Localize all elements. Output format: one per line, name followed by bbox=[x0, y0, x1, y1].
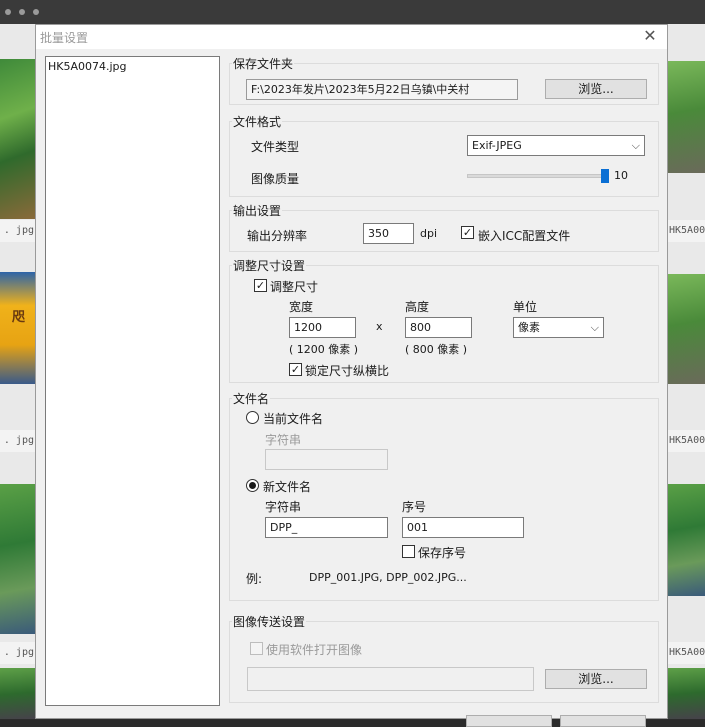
thumbnail-image[interactable] bbox=[668, 61, 705, 173]
thumbnail-image[interactable] bbox=[0, 484, 36, 634]
unit-label: 单位 bbox=[513, 300, 538, 314]
transfer-path-field[interactable] bbox=[247, 667, 534, 691]
example-label: 例: bbox=[246, 572, 263, 586]
save-folder-label: 保存文件夹 bbox=[232, 55, 295, 72]
current-string-field[interactable] bbox=[265, 449, 388, 470]
width-field[interactable]: 1200 bbox=[289, 317, 356, 338]
open-with-software-label: 使用软件打开图像 bbox=[266, 643, 363, 657]
image-quality-label: 图像质量 bbox=[251, 172, 300, 186]
height-label: 高度 bbox=[405, 300, 430, 314]
new-filename-label: 新文件名 bbox=[263, 480, 312, 494]
image-quality-slider[interactable] bbox=[467, 174, 607, 178]
embed-icc-checkbox[interactable]: ✓ bbox=[461, 226, 474, 239]
times-sign: x bbox=[376, 320, 383, 333]
save-folder-path-field[interactable]: F:\2023年发片\2023年5月22日乌镇\中关村 bbox=[246, 79, 518, 100]
height-field[interactable]: 800 bbox=[405, 317, 472, 338]
batch-settings-dialog: 批量设置 ✕ HK5A0074.jpg 保存文件夹 F:\2023年发片\202… bbox=[35, 24, 668, 727]
dialog-title: 批量设置 bbox=[40, 31, 89, 45]
thumbnail-caption: . jpg bbox=[0, 642, 36, 664]
thumbnail-image[interactable] bbox=[0, 59, 36, 219]
radio-dot-icon bbox=[249, 482, 256, 489]
keep-serial-checkbox[interactable] bbox=[402, 545, 415, 558]
image-quality-value: 10 bbox=[614, 169, 628, 182]
resize-settings-group: 调整尺寸设置 ✓ 调整尺寸 宽度 1200 ( 1200 像素 ) x 高度 8… bbox=[229, 257, 659, 383]
height-hint: ( 800 像素 ) bbox=[405, 343, 468, 356]
filename-group: 文件名 当前文件名 字符串 新文件名 字符串 DPP_ 序号 001 保存序号 … bbox=[229, 390, 659, 601]
image-transfer-group: 图像传送设置 使用软件打开图像 浏览... bbox=[229, 613, 659, 703]
resize-settings-label: 调整尺寸设置 bbox=[232, 257, 307, 274]
new-filename-radio[interactable] bbox=[246, 479, 259, 492]
save-folder-group: 保存文件夹 F:\2023年发片\2023年5月22日乌镇\中关村 浏览... bbox=[229, 55, 659, 105]
file-list[interactable]: HK5A0074.jpg bbox=[45, 56, 220, 706]
serial-field[interactable]: 001 bbox=[402, 517, 524, 538]
app-top-bar bbox=[0, 0, 705, 24]
window-dot-icon[interactable] bbox=[19, 9, 25, 15]
thumbnail-banner-text: 咫 bbox=[12, 310, 26, 325]
image-transfer-label: 图像传送设置 bbox=[232, 613, 307, 630]
serial-label: 序号 bbox=[402, 500, 427, 514]
ok-button[interactable] bbox=[466, 715, 552, 727]
dialog-title-bar[interactable]: 批量设置 ✕ bbox=[36, 25, 667, 49]
thumbnail-caption: . jpg bbox=[0, 430, 36, 452]
thumbnail-caption: HK5A00 bbox=[668, 642, 705, 664]
width-label: 宽度 bbox=[289, 300, 314, 314]
thumbnail-strip-right: HK5A00 HK5A00 HK5A00 bbox=[668, 24, 705, 719]
output-resolution-field[interactable]: 350 bbox=[363, 223, 414, 244]
thumbnail-image[interactable] bbox=[668, 668, 705, 719]
example-value: DPP_001.JPG, DPP_002.JPG... bbox=[309, 571, 467, 584]
output-settings-group: 输出设置 输出分辨率 350 dpi ✓ 嵌入ICC配置文件 bbox=[229, 202, 659, 252]
file-type-label: 文件类型 bbox=[251, 140, 300, 154]
thumbnail-image[interactable] bbox=[668, 484, 705, 596]
keep-serial-label: 保存序号 bbox=[418, 546, 467, 560]
chevron-down-icon: ⌵ bbox=[590, 321, 599, 334]
new-string-label: 字符串 bbox=[265, 500, 302, 514]
thumbnail-image[interactable] bbox=[0, 668, 36, 719]
thumbnail-image[interactable]: 咫 bbox=[0, 272, 36, 384]
output-settings-label: 输出设置 bbox=[232, 202, 283, 219]
thumbnail-caption: HK5A00 bbox=[668, 430, 705, 452]
save-folder-browse-button[interactable]: 浏览... bbox=[545, 79, 647, 99]
image-quality-slider-thumb[interactable] bbox=[600, 169, 609, 183]
transfer-browse-button[interactable]: 浏览... bbox=[545, 669, 647, 689]
current-filename-label: 当前文件名 bbox=[263, 412, 324, 426]
thumbnail-caption: HK5A00 bbox=[668, 220, 705, 242]
cancel-button[interactable] bbox=[560, 715, 646, 727]
open-with-software-checkbox[interactable] bbox=[250, 642, 263, 655]
current-string-label: 字符串 bbox=[265, 433, 302, 447]
resize-enable-checkbox[interactable]: ✓ bbox=[254, 279, 267, 292]
thumbnail-caption: . jpg bbox=[0, 220, 36, 242]
lock-aspect-checkbox[interactable]: ✓ bbox=[289, 363, 302, 376]
output-resolution-unit: dpi bbox=[420, 227, 438, 240]
close-icon[interactable]: ✕ bbox=[641, 27, 659, 45]
width-hint: ( 1200 像素 ) bbox=[289, 343, 359, 356]
resize-enable-label: 调整尺寸 bbox=[270, 280, 319, 294]
new-string-field[interactable]: DPP_ bbox=[265, 517, 388, 538]
current-filename-radio[interactable] bbox=[246, 411, 259, 424]
unit-value: 像素 bbox=[518, 321, 540, 334]
file-list-item[interactable]: HK5A0074.jpg bbox=[48, 60, 127, 73]
file-type-select[interactable]: Exif-JPEG ⌵ bbox=[467, 135, 645, 156]
embed-icc-label: 嵌入ICC配置文件 bbox=[478, 229, 571, 243]
file-format-group: 文件格式 文件类型 Exif-JPEG ⌵ 图像质量 10 bbox=[229, 113, 659, 197]
unit-select[interactable]: 像素 ⌵ bbox=[513, 317, 604, 338]
filename-label: 文件名 bbox=[232, 390, 271, 407]
lock-aspect-label: 锁定尺寸纵横比 bbox=[305, 364, 390, 378]
file-type-value: Exif-JPEG bbox=[472, 139, 522, 152]
window-dot-icon[interactable] bbox=[5, 9, 11, 15]
chevron-down-icon: ⌵ bbox=[631, 139, 640, 152]
thumbnail-strip-left: . jpg 咫 . jpg . jpg bbox=[0, 24, 36, 719]
file-format-label: 文件格式 bbox=[232, 113, 283, 130]
output-resolution-label: 输出分辨率 bbox=[247, 229, 308, 243]
thumbnail-image[interactable] bbox=[668, 274, 705, 384]
window-dot-icon[interactable] bbox=[33, 9, 39, 15]
